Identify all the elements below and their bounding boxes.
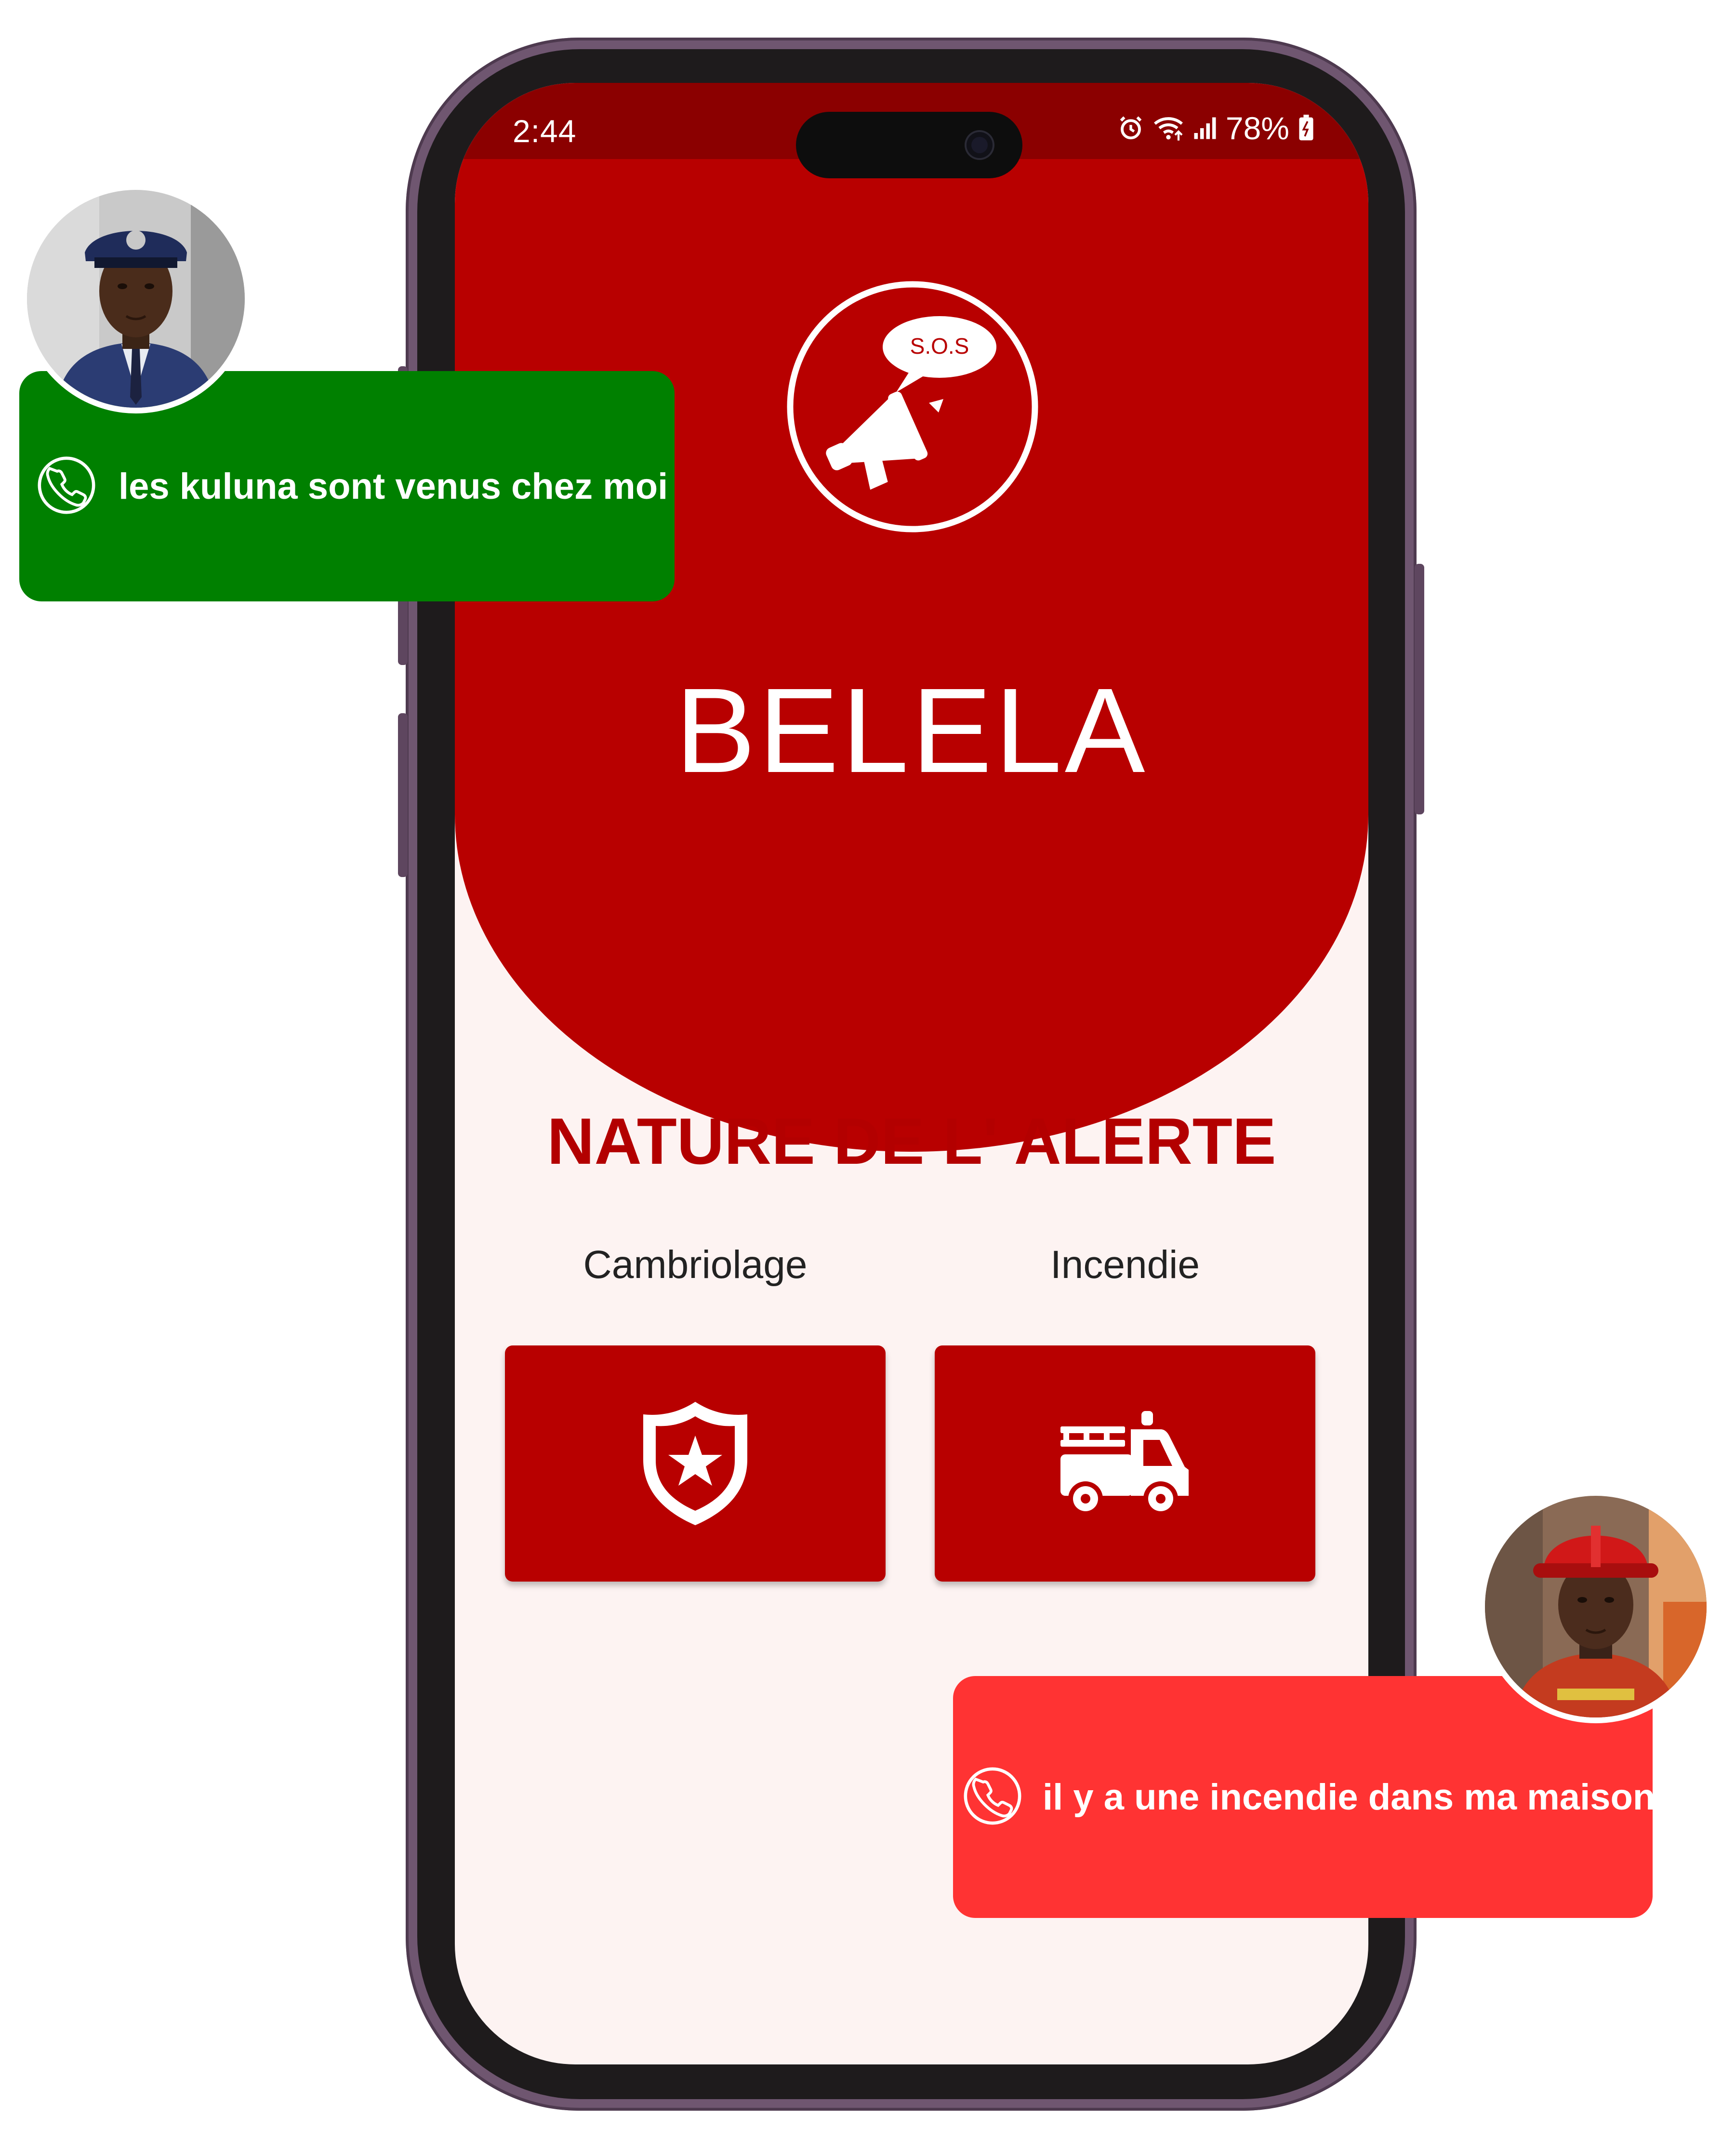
wifi-icon: [1152, 115, 1184, 142]
phone-volume-down-button: [398, 713, 408, 877]
fire-truck-icon: [1060, 1411, 1189, 1516]
cambriolage-alert-button[interactable]: [505, 1345, 886, 1582]
category-label-cambriolage: Cambriolage: [583, 1243, 808, 1287]
chat-bubble-fire-text: il y a une incendie dans ma maison: [1043, 1776, 1656, 1818]
mockup-stage: 2:44 78% S.O.S BELELA NATURE DE L' ALERT…: [0, 0, 1722, 2156]
police-officer-avatar: [21, 184, 251, 413]
status-time: 2:44: [513, 113, 577, 149]
firefighter-avatar: [1479, 1490, 1712, 1723]
battery-percent: 78%: [1225, 110, 1289, 146]
phone-icon: [963, 1766, 1022, 1828]
phone-power-button: [1415, 564, 1424, 814]
police-shield-icon: [643, 1402, 747, 1525]
alert-section-title: NATURE DE L' ALERTE: [547, 1105, 1276, 1178]
chat-bubble-police-text: les kuluna sont venus chez moi: [119, 466, 668, 507]
incendie-alert-button[interactable]: [935, 1345, 1315, 1582]
phone-icon: [37, 455, 96, 518]
app-name: BELELA: [675, 663, 1148, 798]
dynamic-island: [796, 112, 1022, 178]
front-camera: [967, 132, 993, 158]
battery-icon: [1298, 115, 1314, 142]
sos-bubble-text: S.O.S: [910, 333, 969, 359]
megaphone-icon: [826, 391, 934, 490]
alarm-icon: [1118, 115, 1144, 141]
signal-icon: [1193, 116, 1217, 140]
app-logo: S.O.S: [784, 279, 1041, 535]
category-label-incendie: Incendie: [1050, 1243, 1200, 1287]
status-icons: 78%: [1118, 110, 1314, 146]
